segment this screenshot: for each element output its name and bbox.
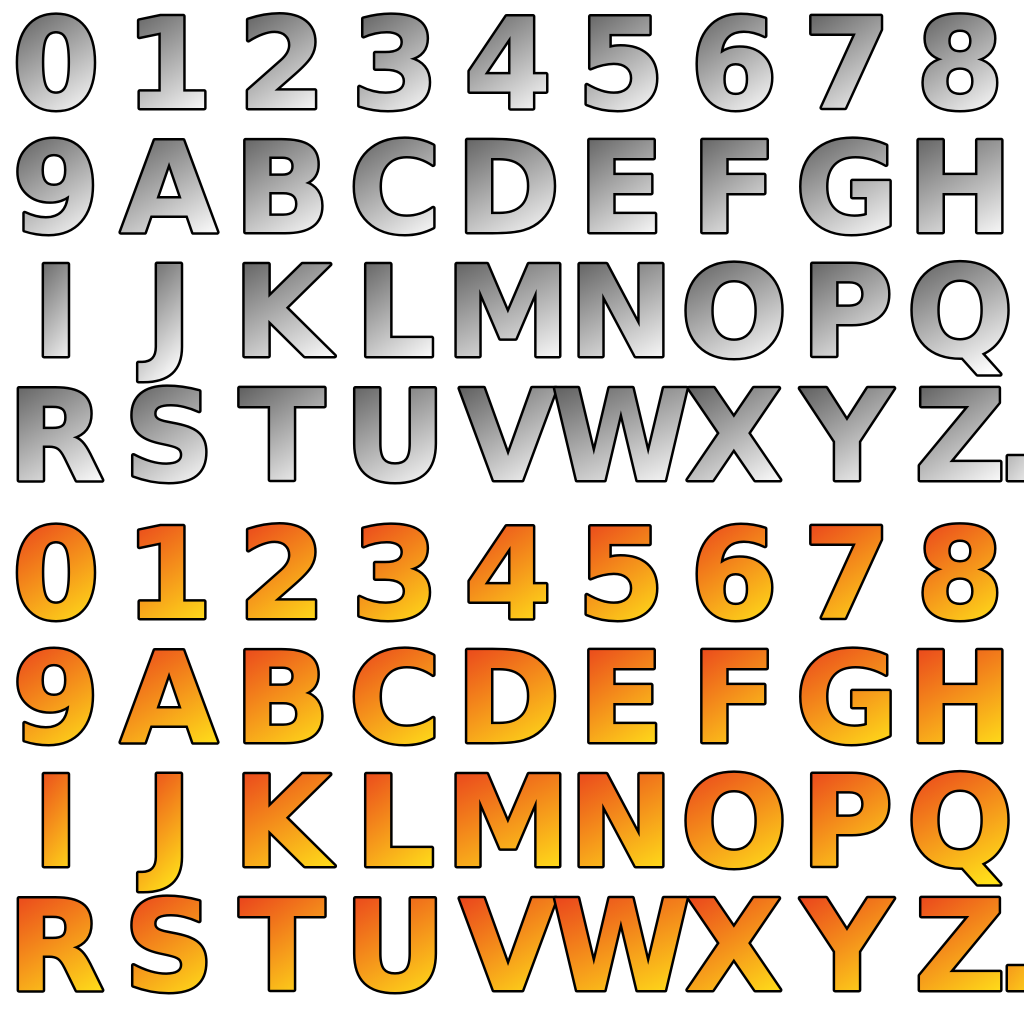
glyph-silver-W: W [552,363,691,510]
glyph-silver-R: R [7,363,104,510]
glyph-set-silver: 0123456789ABCDEFGHIJKLMNOPQRSTUVWXYZ. [5,0,1024,513]
glyph-fire-W: W [552,873,691,1020]
glyph-fire-period: . [995,873,1024,1020]
glyph-silver-period: . [995,363,1024,510]
glyph-layer: 0123456789ABCDEFGHIJKLMNOPQRSTUVWXYZ.012… [5,0,1024,1023]
glyph-fire-Y: Y [799,873,894,1020]
glyph-fire-T: T [239,873,325,1020]
glyph-fire-S: S [124,873,215,1020]
glyph-fire-V: V [459,873,557,1020]
glyph-fire-U: U [344,873,446,1020]
glyph-silver-V: V [459,363,557,510]
glyph-silver-T: T [239,363,325,510]
glyph-silver-Z: Z [914,363,1005,510]
glyph-fire-X: X [685,873,782,1020]
glyph-silver-S: S [124,363,215,510]
glyph-fire-R: R [7,873,104,1020]
glyph-silver-Y: Y [799,363,894,510]
font-sprite-sheet: 0123456789ABCDEFGHIJKLMNOPQRSTUVWXYZ.012… [5,0,1024,1023]
glyph-silver-U: U [344,363,446,510]
glyph-set-fire: 0123456789ABCDEFGHIJKLMNOPQRSTUVWXYZ. [5,499,1024,1023]
glyph-fire-Z: Z [914,873,1005,1020]
glyph-silver-X: X [685,363,782,510]
